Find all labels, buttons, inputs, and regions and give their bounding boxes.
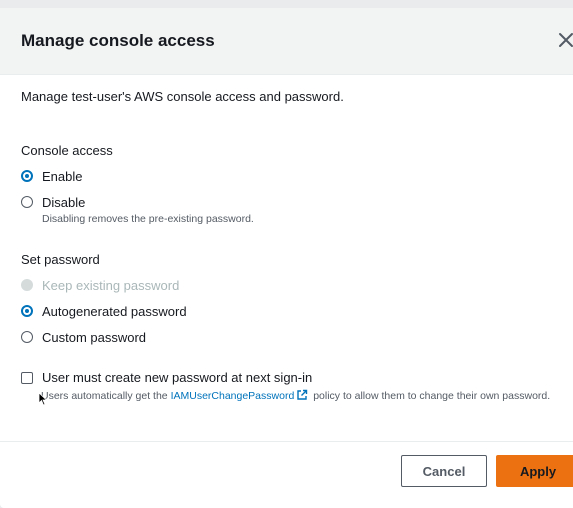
reset-required-checkbox[interactable] <box>21 371 33 384</box>
radio-enable-control[interactable] <box>21 170 33 182</box>
disable-hint: Disabling removes the pre-existing passw… <box>42 213 254 225</box>
external-link-icon[interactable] <box>296 389 308 401</box>
reset-required-checkbox-row[interactable]: User must create new password at next si… <box>21 370 312 385</box>
radio-custom-label: Custom password <box>42 329 147 345</box>
set-password-label: Set password <box>21 252 100 267</box>
radio-keep-existing-control <box>21 279 33 291</box>
close-button[interactable] <box>556 30 573 50</box>
radio-disable-control[interactable] <box>21 196 33 208</box>
mouse-cursor-icon <box>38 392 48 406</box>
radio-custom[interactable]: Custom password <box>21 328 146 346</box>
console-access-label: Console access <box>21 143 113 158</box>
modal-header: Manage console access <box>0 8 573 75</box>
footer-divider <box>0 441 573 442</box>
cancel-button[interactable]: Cancel <box>401 455 487 487</box>
reset-required-label: User must create new password at next si… <box>42 370 313 385</box>
radio-autogenerated[interactable]: Autogenerated password <box>21 302 187 320</box>
iam-change-password-link[interactable]: IAMUserChangePassword <box>171 390 295 402</box>
reset-required-description: Users automatically get the IAMUserChang… <box>41 389 573 403</box>
modal-title: Manage console access <box>21 31 215 50</box>
radio-autogenerated-label: Autogenerated password <box>42 303 187 319</box>
radio-disable[interactable]: Disable <box>21 193 85 211</box>
apply-button[interactable]: Apply <box>496 455 573 487</box>
radio-keep-existing: Keep existing password <box>21 276 179 294</box>
desc-prefix: Users automatically get the <box>41 390 171 402</box>
close-icon <box>559 33 573 47</box>
radio-enable[interactable]: Enable <box>21 167 82 185</box>
radio-custom-control[interactable] <box>21 331 33 343</box>
radio-keep-existing-label: Keep existing password <box>42 277 180 293</box>
desc-suffix: policy to allow them to change their own… <box>310 390 551 402</box>
radio-disable-label: Disable <box>42 194 86 210</box>
radio-enable-label: Enable <box>42 168 83 184</box>
radio-autogenerated-control[interactable] <box>21 305 33 317</box>
modal-intro: Manage test-user's AWS console access an… <box>21 89 344 104</box>
